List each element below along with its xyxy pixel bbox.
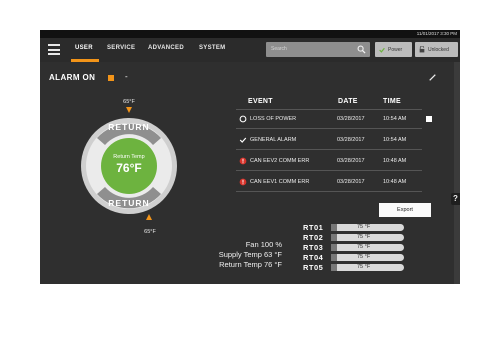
rt-value: 75 °F xyxy=(357,244,371,250)
event-name: CAN EEV2 COMM ERR xyxy=(250,158,310,164)
event-date: 03/28/2017 xyxy=(337,158,365,164)
rt-value: 75 °F xyxy=(357,224,371,230)
event-row[interactable]: LOSS OF POWER 03/28/2017 10:54 AM xyxy=(236,112,436,127)
ring-bottom-label: RETURN xyxy=(108,198,149,208)
table-divider xyxy=(236,191,422,192)
event-date: 03/28/2017 xyxy=(337,179,365,185)
bottom-setpoint-label: 65°F xyxy=(144,229,156,235)
bottom-setpoint-marker xyxy=(146,214,152,220)
fan-readout: Fan 100 % xyxy=(245,240,282,249)
return-temp-readout: Return Temp 76 °F xyxy=(219,260,282,269)
rt-sensor-row: RT03 75 °F xyxy=(303,243,413,252)
rt-value-bar: 75 °F xyxy=(331,254,404,261)
rt-value-bar: 75 °F xyxy=(331,234,404,241)
alert-icon xyxy=(239,157,247,165)
ring-top-label: RETURN xyxy=(108,122,149,132)
date-column-header: DATE xyxy=(338,98,358,105)
rt-label: RT03 xyxy=(303,243,324,252)
event-name: LOSS OF POWER xyxy=(250,116,297,122)
rt-label: RT04 xyxy=(303,253,324,262)
rt-label: RT02 xyxy=(303,233,324,242)
hmi-screen: 11/01/2017 3:30 PM USER SERVICE ADVANCED… xyxy=(40,30,460,284)
rt-label: RT01 xyxy=(303,223,324,232)
top-setpoint-label: 65°F xyxy=(123,99,135,105)
checkmark-icon xyxy=(239,137,247,143)
center-label: Return Temp xyxy=(113,154,144,160)
export-button[interactable]: Export xyxy=(379,203,431,217)
rt-value-bar: 75 °F xyxy=(331,244,404,251)
rt-sensor-row: RT05 75 °F xyxy=(303,263,413,272)
event-name: CAN EEV1 COMM ERR xyxy=(250,179,310,185)
rt-value: 75 °F xyxy=(357,254,371,260)
event-row[interactable]: CAN EEV1 COMM ERR 03/28/2017 10:48 AM xyxy=(236,175,436,190)
top-setpoint-marker xyxy=(126,107,132,113)
rt-sensor-row: RT04 75 °F xyxy=(303,253,413,262)
supply-temp-readout: Supply Temp 63 °F xyxy=(218,250,282,259)
circle-outline-icon xyxy=(239,115,247,123)
event-name: GENERAL ALARM xyxy=(250,137,297,143)
event-time: 10:54 AM xyxy=(383,116,407,122)
rt-value: 75 °F xyxy=(357,264,371,270)
event-row[interactable]: GENERAL ALARM 03/28/2017 10:54 AM xyxy=(236,133,436,148)
event-date: 03/28/2017 xyxy=(337,137,365,143)
table-divider xyxy=(236,149,422,150)
rt-value-bar: 75 °F xyxy=(331,264,404,271)
row-select-checkbox[interactable] xyxy=(426,116,432,122)
rt-sensor-row: RT01 75 °F xyxy=(303,223,413,232)
rt-value: 75 °F xyxy=(357,234,371,240)
rt-label: RT05 xyxy=(303,263,324,272)
rt-value-bar: 75 °F xyxy=(331,224,404,231)
time-column-header: TIME xyxy=(383,98,401,105)
rt-sensor-row: RT02 75 °F xyxy=(303,233,413,242)
alert-icon xyxy=(239,178,247,186)
event-row[interactable]: CAN EEV2 COMM ERR 03/28/2017 10:48 AM xyxy=(236,154,436,169)
event-time: 10:48 AM xyxy=(383,179,407,185)
event-date: 03/28/2017 xyxy=(337,116,365,122)
table-divider xyxy=(236,128,422,129)
event-time: 10:48 AM xyxy=(383,158,407,164)
table-divider xyxy=(236,109,422,110)
table-divider xyxy=(236,170,422,171)
center-value: 76°F xyxy=(116,161,141,175)
event-column-header: EVENT xyxy=(248,98,273,105)
event-time: 10:54 AM xyxy=(383,137,407,143)
